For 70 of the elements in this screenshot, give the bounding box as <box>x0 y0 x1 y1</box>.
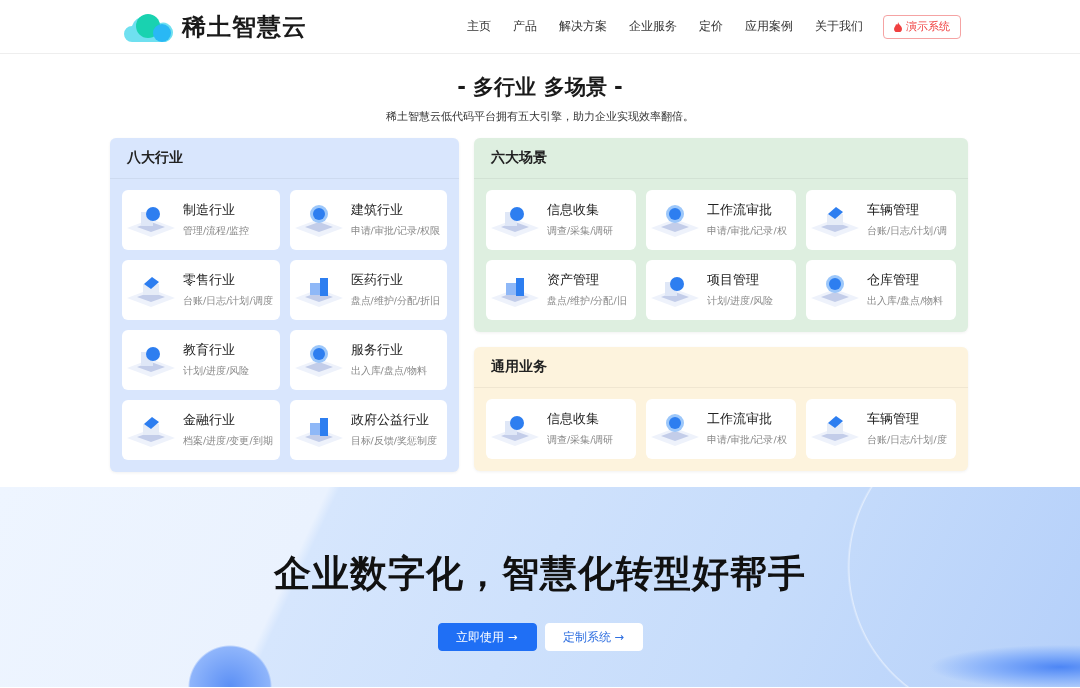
flame-icon <box>894 21 902 32</box>
feature-card[interactable]: 车辆管理 台账/日志/计划/度 <box>806 399 956 459</box>
feature-card[interactable]: 金融行业 档案/进度/变更/到期 <box>122 400 280 460</box>
customize-button[interactable]: 定制系统 → <box>544 623 643 651</box>
feature-card[interactable]: 建筑行业 申请/审批/记录/权限 <box>289 190 447 250</box>
card-title: 建筑行业 <box>350 202 404 219</box>
logo-text[interactable]: 稀土智慧云 <box>182 10 307 43</box>
card-subtitle: 出入库/盘点/物料 <box>867 295 944 308</box>
feature-card[interactable]: 医药行业 盘点/维护/分配/折旧 <box>289 260 447 320</box>
card-title: 金融行业 <box>183 412 236 429</box>
card-title: 制造行业 <box>183 202 236 219</box>
cloud-logo-icon <box>124 11 174 42</box>
panel-title: 通用业务 <box>491 358 547 376</box>
card-title: 工作流审批 <box>707 202 773 219</box>
card-title: 仓库管理 <box>867 272 920 289</box>
nav-link[interactable]: 产品 <box>513 18 537 35</box>
section-title: - 多行业 多场景 - <box>457 74 623 101</box>
feature-card[interactable]: 零售行业 台账/日志/计划/调度 <box>122 260 280 320</box>
nav-link[interactable]: 关于我们 <box>815 18 863 35</box>
hero-headline: 企业数字化，智慧化转型好帮手 <box>274 551 806 597</box>
nav-link[interactable]: 定价 <box>699 18 723 35</box>
card-title: 零售行业 <box>183 272 236 289</box>
card-subtitle: 台账/日志/计划/度 <box>867 434 947 447</box>
demo-button[interactable]: 演示系统 <box>883 14 961 39</box>
card-title: 政府公益行业 <box>350 412 430 429</box>
card-subtitle: 盘点/维护/分配/旧 <box>547 295 627 308</box>
feature-card[interactable]: 制造行业 管理/流程/监控 <box>122 190 280 250</box>
card-subtitle: 台账/日志/计划/调度 <box>183 295 273 308</box>
feature-card[interactable]: 项目管理 计划/进度/风险 <box>646 260 796 320</box>
card-title: 信息收集 <box>547 202 600 219</box>
card-title: 工作流审批 <box>707 411 773 428</box>
card-subtitle: 目标/反馈/奖惩制度 <box>350 435 437 448</box>
card-subtitle: 调查/采集/调研 <box>547 434 614 447</box>
card-subtitle: 申请/审批/记录/权 <box>707 434 787 447</box>
card-subtitle: 申请/审批/记录/权限 <box>350 225 441 238</box>
nav-link[interactable]: 主页 <box>467 18 491 35</box>
feature-card[interactable]: 工作流审批 申请/审批/记录/权 <box>646 190 796 250</box>
card-subtitle: 调查/采集/调研 <box>547 225 614 238</box>
card-subtitle: 计划/进度/风险 <box>183 365 250 378</box>
feature-card[interactable]: 服务行业 出入库/盘点/物料 <box>289 330 447 390</box>
feature-card[interactable]: 信息收集 调查/采集/调研 <box>486 399 636 459</box>
panel-title: 六大场景 <box>491 149 547 167</box>
nav-link[interactable]: 解决方案 <box>559 18 607 35</box>
card-title: 服务行业 <box>350 342 404 359</box>
feature-card[interactable]: 车辆管理 台账/日志/计划/调 <box>806 190 956 250</box>
card-title: 资产管理 <box>547 272 600 289</box>
card-title: 医药行业 <box>350 272 404 289</box>
card-subtitle: 档案/进度/变更/到期 <box>183 435 273 448</box>
card-subtitle: 台账/日志/计划/调 <box>867 225 947 238</box>
card-subtitle: 出入库/盘点/物料 <box>350 365 427 378</box>
nav-link[interactable]: 企业服务 <box>629 18 677 35</box>
feature-card[interactable]: 仓库管理 出入库/盘点/物料 <box>806 260 956 320</box>
feature-card[interactable]: 信息收集 调查/采集/调研 <box>486 190 636 250</box>
card-title: 项目管理 <box>707 272 760 289</box>
nav-link[interactable]: 应用案例 <box>745 18 793 35</box>
feature-card[interactable]: 政府公益行业 目标/反馈/奖惩制度 <box>289 400 447 460</box>
start-button[interactable]: 立即使用 → <box>437 623 537 651</box>
feature-card[interactable]: 资产管理 盘点/维护/分配/旧 <box>486 260 636 320</box>
card-subtitle: 管理/流程/监控 <box>183 225 250 238</box>
card-title: 信息收集 <box>547 411 600 428</box>
card-subtitle: 盘点/维护/分配/折旧 <box>350 295 441 308</box>
section-subtitle: 稀土智慧云低代码平台拥有五大引擎，助力企业实现效率翻倍。 <box>386 109 694 124</box>
card-subtitle: 计划/进度/风险 <box>707 295 774 308</box>
feature-card[interactable]: 工作流审批 申请/审批/记录/权 <box>646 399 796 459</box>
card-title: 车辆管理 <box>867 202 920 219</box>
card-title: 车辆管理 <box>867 411 920 428</box>
card-subtitle: 申请/审批/记录/权 <box>707 225 787 238</box>
card-title: 教育行业 <box>183 342 236 359</box>
panel-title: 八大行业 <box>127 149 183 167</box>
feature-card[interactable]: 教育行业 计划/进度/风险 <box>122 330 280 390</box>
